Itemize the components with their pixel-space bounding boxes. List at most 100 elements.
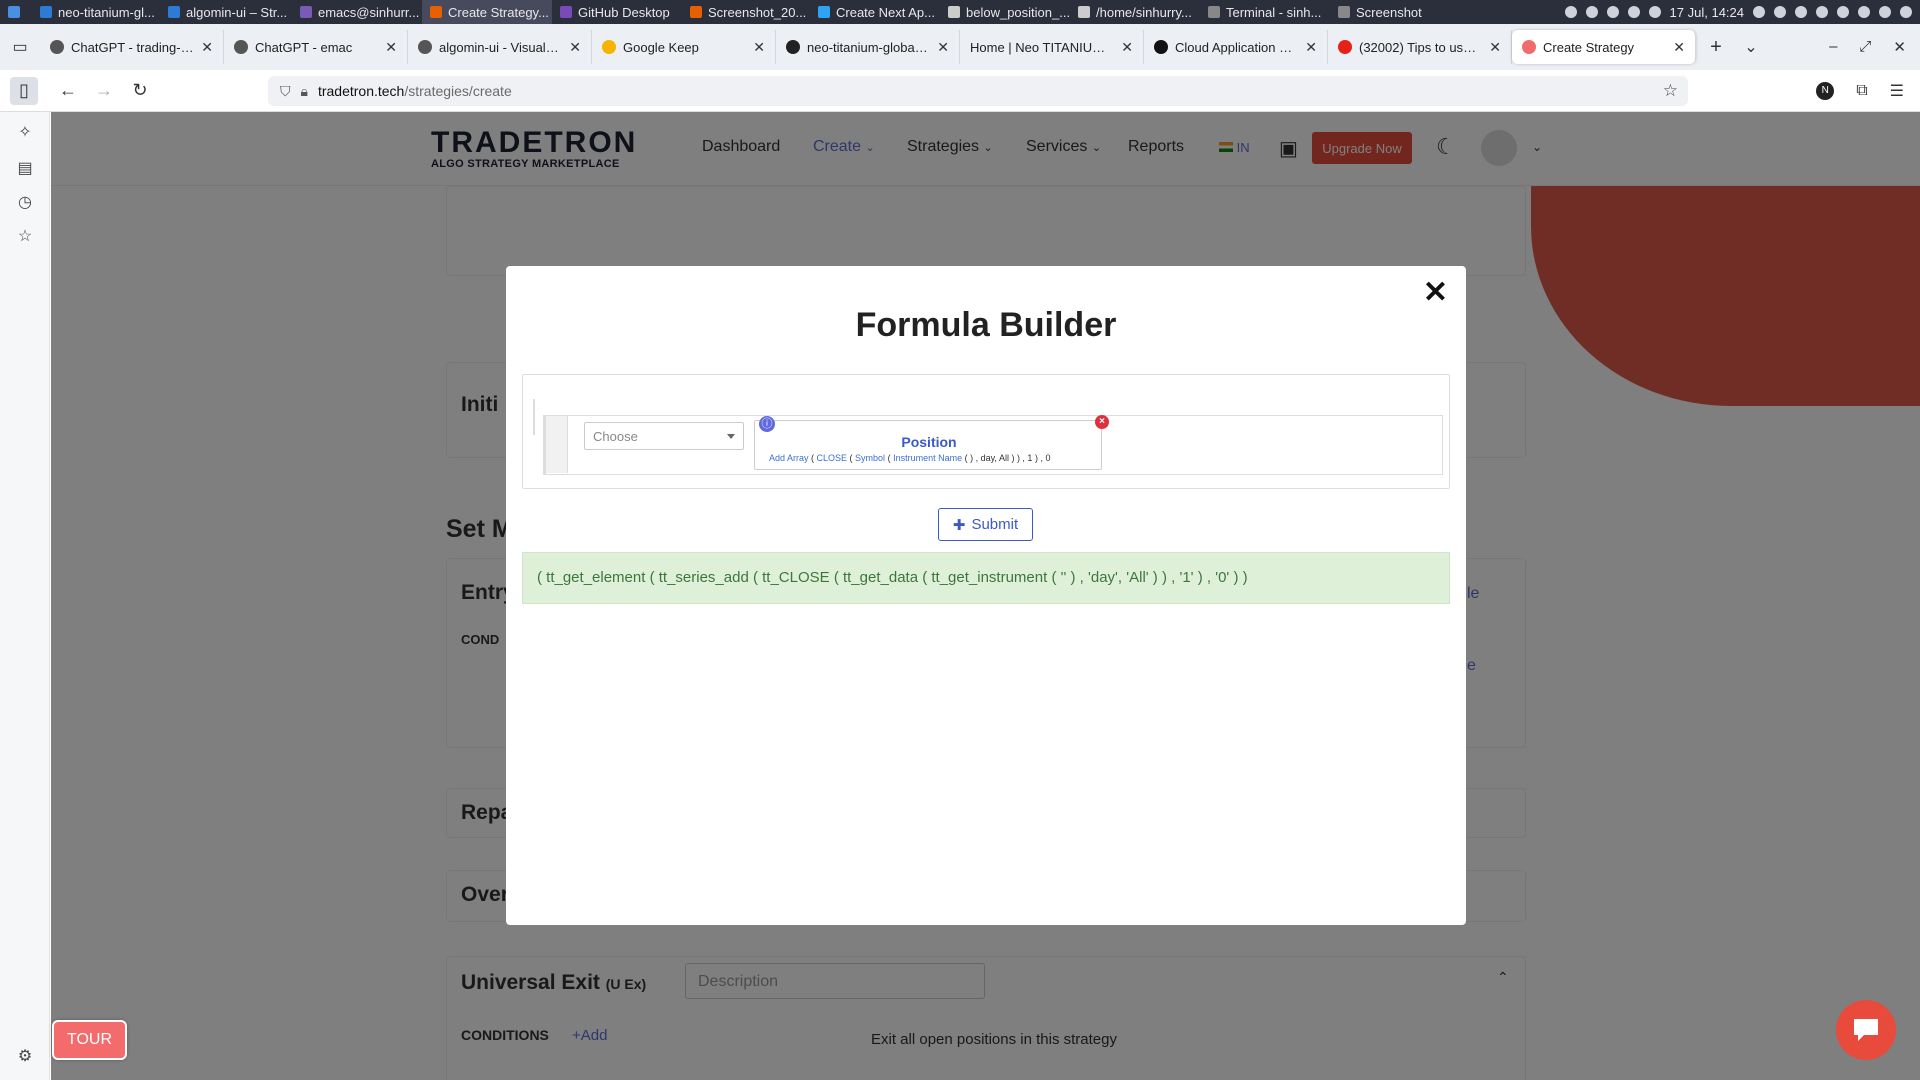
tray-app-icon[interactable] (1879, 6, 1891, 18)
close-tab-icon[interactable]: ✕ (753, 39, 765, 56)
app-icon (40, 6, 52, 18)
taskbar-item[interactable]: Screenshot (1330, 0, 1440, 24)
arg-add-array[interactable]: Add Array (769, 453, 809, 463)
position-arguments: Add Array ( CLOSE ( Symbol ( Instrument … (769, 453, 1051, 463)
browser-tab[interactable]: neo-titanium-global-er ✕ (776, 30, 960, 64)
menu-icon[interactable]: ☰ (1890, 81, 1904, 101)
arg-close[interactable]: CLOSE (817, 453, 848, 463)
screenshot-icon (1338, 6, 1350, 18)
tray-app-icon[interactable] (1837, 6, 1849, 18)
close-tab-icon[interactable]: ✕ (1305, 39, 1317, 56)
browser-tab[interactable]: Home | Neo TITANIUM GL ✕ (960, 30, 1144, 64)
chatgpt-icon (418, 40, 432, 54)
taskbar-item[interactable]: Create Next Ap... (810, 0, 940, 24)
taskbar-item[interactable]: neo-titanium-gl... (32, 0, 160, 24)
tray-app-icon[interactable] (1816, 6, 1828, 18)
taskbar-item[interactable]: below_position_... (940, 0, 1070, 24)
taskbar-item[interactable]: GitHub Desktop (552, 0, 682, 24)
taskbar-item-active[interactable]: Create Strategy... (422, 0, 552, 24)
firefox-icon (430, 6, 442, 18)
taskbar-item[interactable]: /home/sinhurry... (1070, 0, 1200, 24)
chat-bubble-icon (1854, 1019, 1878, 1041)
app-icon (168, 6, 180, 18)
forward-icon[interactable]: → (90, 77, 118, 105)
chevron-down-icon (727, 434, 735, 439)
reload-icon[interactable]: ↻ (126, 77, 154, 105)
history-icon[interactable]: ◷ (15, 192, 35, 212)
close-tab-icon[interactable]: ✕ (1489, 39, 1501, 56)
remove-icon[interactable]: × (1095, 415, 1109, 429)
submit-button[interactable]: ✚ Submit (938, 508, 1033, 541)
back-icon[interactable]: ← (54, 77, 82, 105)
browser-tab[interactable]: ChatGPT - trading-psyc ✕ (40, 30, 224, 64)
browser-tab[interactable]: ChatGPT - emac ✕ (224, 30, 408, 64)
modal-title: Formula Builder (855, 306, 1117, 344)
app-icon (818, 6, 830, 18)
battery-icon[interactable] (1627, 6, 1640, 18)
browser-side-panel: ✧ ▤ ◷ ☆ ⚙ (0, 112, 50, 1080)
volume-icon[interactable] (1648, 6, 1661, 18)
taskbar-item[interactable]: Screenshot_20... (682, 0, 810, 24)
system-menu-icon[interactable] (0, 0, 32, 24)
info-icon[interactable]: ⓘ (759, 416, 775, 432)
close-tab-icon[interactable]: ✕ (1121, 39, 1133, 56)
tab-list-chevron-icon[interactable]: ⌄ (1736, 37, 1766, 57)
browser-tab[interactable]: (32002) Tips to use Po ✕ (1328, 30, 1512, 64)
clock[interactable]: 17 Jul, 14:24 (1670, 5, 1744, 20)
browser-tab[interactable]: Cloud Application Platf ✕ (1144, 30, 1328, 64)
close-tab-icon[interactable]: ✕ (385, 39, 397, 56)
tray-app-icon[interactable] (1900, 6, 1912, 18)
arg-instrument-name[interactable]: Instrument Name (893, 453, 962, 463)
bookmark-star-icon[interactable]: ☆ (1663, 81, 1678, 101)
browser-tab-bar: ▭ ChatGPT - trading-psyc ✕ ChatGPT - emac… (0, 24, 1920, 70)
taskbar-item[interactable]: emacs@sinhurr... (292, 0, 422, 24)
sync-tabs-icon[interactable]: ▤ (15, 158, 35, 178)
url-bar[interactable]: ⛉ 🔒︎ tradetron.tech/strategies/create ☆ (268, 76, 1688, 106)
extensions-puzzle-icon[interactable]: ⧉ (1856, 82, 1867, 100)
close-tab-icon[interactable]: ✕ (569, 39, 581, 56)
sidebar-toggle-icon[interactable]: ▯ (10, 76, 38, 105)
close-tab-icon[interactable]: ✕ (201, 39, 213, 56)
tray-app-icon[interactable] (1858, 6, 1870, 18)
ai-sparkle-icon[interactable]: ✧ (15, 122, 35, 142)
tray-app-icon[interactable] (1795, 6, 1807, 18)
wifi-icon[interactable] (1585, 6, 1598, 18)
browser-tab[interactable]: Google Keep ✕ (592, 30, 776, 64)
row-handle[interactable] (546, 416, 568, 473)
tray-app-icon[interactable] (1753, 6, 1765, 18)
taskbar-item[interactable]: algomin-ui – Str... (160, 0, 292, 24)
arg-symbol[interactable]: Symbol (855, 453, 885, 463)
close-tab-icon[interactable]: ✕ (1673, 39, 1685, 56)
chatgpt-icon (50, 40, 64, 54)
tree-connector (533, 399, 535, 435)
close-tab-icon[interactable]: ✕ (937, 39, 949, 56)
close-icon[interactable]: ✕ (1423, 278, 1448, 308)
tab-overview-icon[interactable]: ▭ (0, 37, 40, 57)
taskbar-item[interactable]: Terminal - sinh... (1200, 0, 1330, 24)
new-tab-icon[interactable]: + (1696, 36, 1736, 59)
notifications-icon[interactable] (1606, 6, 1619, 18)
chat-button[interactable] (1836, 1000, 1896, 1060)
shield-icon[interactable]: ⛉ (280, 83, 291, 100)
browser-tab-active[interactable]: Create Strategy ✕ (1512, 30, 1696, 64)
tour-button[interactable]: TOUR (52, 1020, 127, 1060)
settings-gear-icon[interactable]: ⚙ (15, 1046, 35, 1066)
os-taskbar: neo-titanium-gl... algomin-ui – Str... e… (0, 0, 1920, 24)
bluetooth-icon[interactable] (1564, 6, 1577, 18)
minimize-icon[interactable]: – (1829, 38, 1837, 56)
extension-icon[interactable]: N (1816, 81, 1835, 100)
app-icon (300, 6, 312, 18)
github-icon (786, 40, 800, 54)
formula-output: ( tt_get_element ( tt_series_add ( tt_CL… (522, 552, 1450, 604)
maximize-icon[interactable]: ⤢ (1859, 38, 1871, 56)
close-window-icon[interactable]: ✕ (1893, 38, 1906, 56)
position-function-card[interactable]: ⓘ × Position Add Array ( CLOSE ( Symbol … (754, 415, 1109, 470)
plus-icon: ✚ (952, 516, 966, 534)
operator-select[interactable]: Choose (584, 422, 744, 450)
tray-app-icon[interactable] (1774, 6, 1786, 18)
tradetron-icon (1522, 40, 1536, 54)
system-tray: 17 Jul, 14:24 (1564, 0, 1920, 24)
browser-tab[interactable]: algomin-ui - Visual Wo ✕ (408, 30, 592, 64)
bookmarks-star-icon[interactable]: ☆ (15, 226, 35, 246)
lock-icon[interactable]: 🔒︎ (301, 83, 308, 100)
